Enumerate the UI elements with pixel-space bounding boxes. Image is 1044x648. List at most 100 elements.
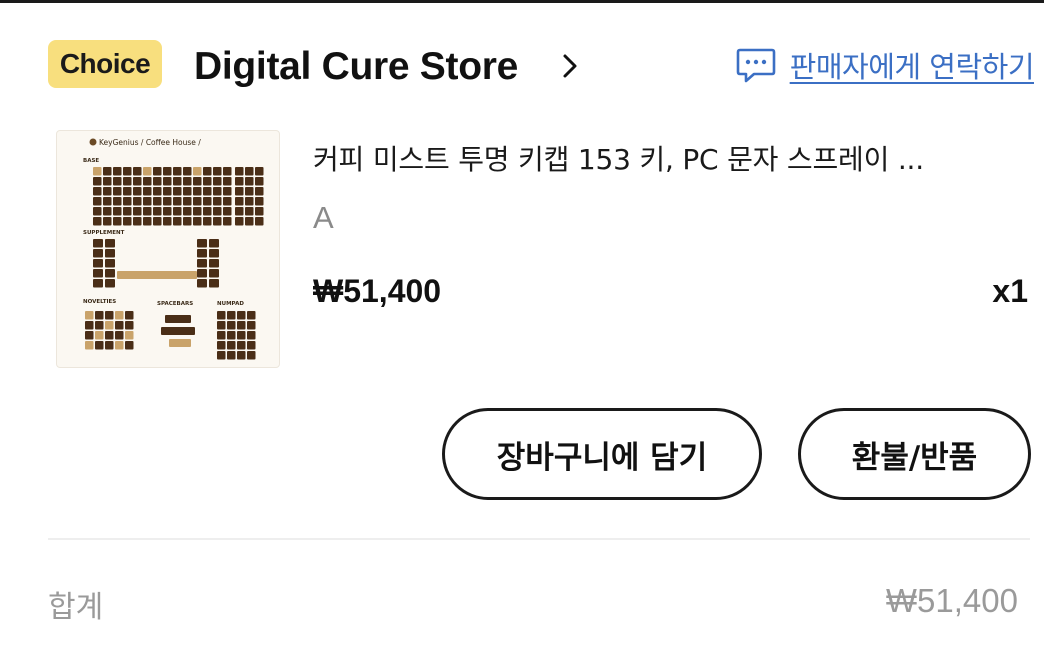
keycap-shape — [105, 311, 114, 320]
thumb-section-numpad: NUMPAD — [217, 301, 244, 307]
keycap-shape — [197, 239, 207, 248]
keycap-shape — [237, 341, 246, 350]
keycap-shape — [153, 197, 162, 206]
keycap-shape — [237, 321, 246, 330]
chat-icon — [736, 48, 775, 83]
keycap-shape — [143, 207, 152, 216]
keycap-shape — [103, 177, 112, 186]
keycap-shape — [85, 321, 94, 330]
product-thumbnail[interactable]: KeyGenius / Coffee House / BASE SUPPLEME… — [56, 130, 280, 368]
product-title[interactable]: 커피 미스트 투명 키캡 153 키, PC 문자 스프레이 ... — [313, 138, 1029, 178]
product-quantity: x1 — [992, 273, 1028, 309]
keycap-shape — [115, 331, 124, 340]
store-header: Choice Digital Cure Store 판매자에게 연락하기 — [48, 38, 1038, 94]
keycap-shape — [143, 177, 152, 186]
keycap-shape — [217, 331, 226, 340]
keycap-shape — [115, 311, 124, 320]
keycap-shape — [223, 187, 232, 196]
keycap-shape — [163, 187, 172, 196]
keycap-shape — [227, 351, 236, 360]
contact-seller-link[interactable]: 판매자에게 연락하기 — [736, 45, 1035, 85]
keycap-shape — [93, 259, 103, 268]
keycap-shape — [209, 279, 219, 288]
keycap-shape — [115, 321, 124, 330]
keycap-shape — [245, 197, 254, 206]
keycap-shape — [203, 197, 212, 206]
keycap-shape — [209, 269, 219, 278]
keycap-shape — [193, 187, 202, 196]
keycap-shape — [203, 177, 212, 186]
product-price: ₩51,400 — [313, 273, 442, 309]
keycap-shape — [197, 279, 207, 288]
keycap-shape — [183, 167, 192, 176]
keycap-shape — [255, 187, 264, 196]
total-value: ₩51,400 — [885, 582, 1018, 619]
keycap-shape — [105, 321, 114, 330]
keycap-shape — [223, 167, 232, 176]
keygenius-logo-icon — [89, 138, 97, 146]
thumb-section-base: BASE — [83, 158, 99, 164]
add-to-cart-button[interactable]: 장바구니에 담기 — [442, 408, 762, 500]
keycap-shape — [247, 331, 256, 340]
keycap-shape — [213, 167, 222, 176]
keycap-shape — [85, 311, 94, 320]
keycap-shape — [125, 331, 134, 340]
total-label: 합계 — [48, 590, 104, 625]
keycap-shape — [237, 351, 246, 360]
refund-return-button[interactable]: 환불/반품 — [798, 408, 1031, 500]
keycap-shape — [133, 187, 142, 196]
thumb-section-supplement: SUPPLEMENT — [83, 230, 125, 236]
keycap-shape — [197, 269, 207, 278]
top-border — [0, 0, 1044, 3]
keycap-shape — [235, 217, 244, 226]
keycap-shape — [93, 207, 102, 216]
keycap-shape — [85, 331, 94, 340]
keycap-shape — [93, 279, 103, 288]
keycap-shape — [183, 187, 192, 196]
keycap-shape — [133, 217, 142, 226]
keycap-shape — [173, 187, 182, 196]
keycap-shape — [103, 197, 112, 206]
keycap-shape — [103, 207, 112, 216]
keycap-shape — [245, 207, 254, 216]
keycap-shape — [209, 249, 219, 258]
keycap-shape — [247, 321, 256, 330]
keycap-shape — [217, 351, 226, 360]
keycap-shape — [255, 167, 264, 176]
keycap-shape — [95, 321, 104, 330]
keycap-shape — [105, 279, 115, 288]
keycap-shape — [235, 167, 244, 176]
keycap-shape — [227, 321, 236, 330]
keycap-shape — [217, 321, 226, 330]
thumb-section-spacebars: SPACEBARS — [157, 301, 193, 307]
keycap-set-image: KeyGenius / Coffee House / BASE SUPPLEME… — [83, 138, 264, 360]
keycap-shape — [255, 197, 264, 206]
keycap-shape — [105, 269, 115, 278]
keycap-shape — [143, 197, 152, 206]
contact-seller-label: 판매자에게 연락하기 — [789, 50, 1035, 84]
keycap-shape — [105, 341, 114, 350]
keycap-shape — [93, 197, 102, 206]
keycap-shape — [105, 331, 114, 340]
keycap-shape — [153, 167, 162, 176]
keycap-shape — [95, 341, 104, 350]
keycap-shape — [133, 167, 142, 176]
keycap-shape — [245, 187, 254, 196]
keycap-shape — [255, 207, 264, 216]
keycap-shape — [103, 217, 112, 226]
keycap-shape — [173, 177, 182, 186]
keycap-shape — [153, 177, 162, 186]
keycap-shape — [193, 177, 202, 186]
product-variant: A — [313, 200, 334, 235]
keycap-shape — [203, 207, 212, 216]
keycap-shape — [235, 187, 244, 196]
keycap-shape — [193, 217, 202, 226]
chevron-right-icon[interactable] — [558, 52, 582, 80]
keycap-shape — [203, 187, 212, 196]
store-name-link[interactable]: Digital Cure Store — [194, 41, 518, 93]
keycap-shape — [113, 167, 122, 176]
keycap-shape — [117, 271, 197, 279]
keycap-shape — [113, 207, 122, 216]
keycap-shape — [133, 177, 142, 186]
keycap-shape — [245, 177, 254, 186]
